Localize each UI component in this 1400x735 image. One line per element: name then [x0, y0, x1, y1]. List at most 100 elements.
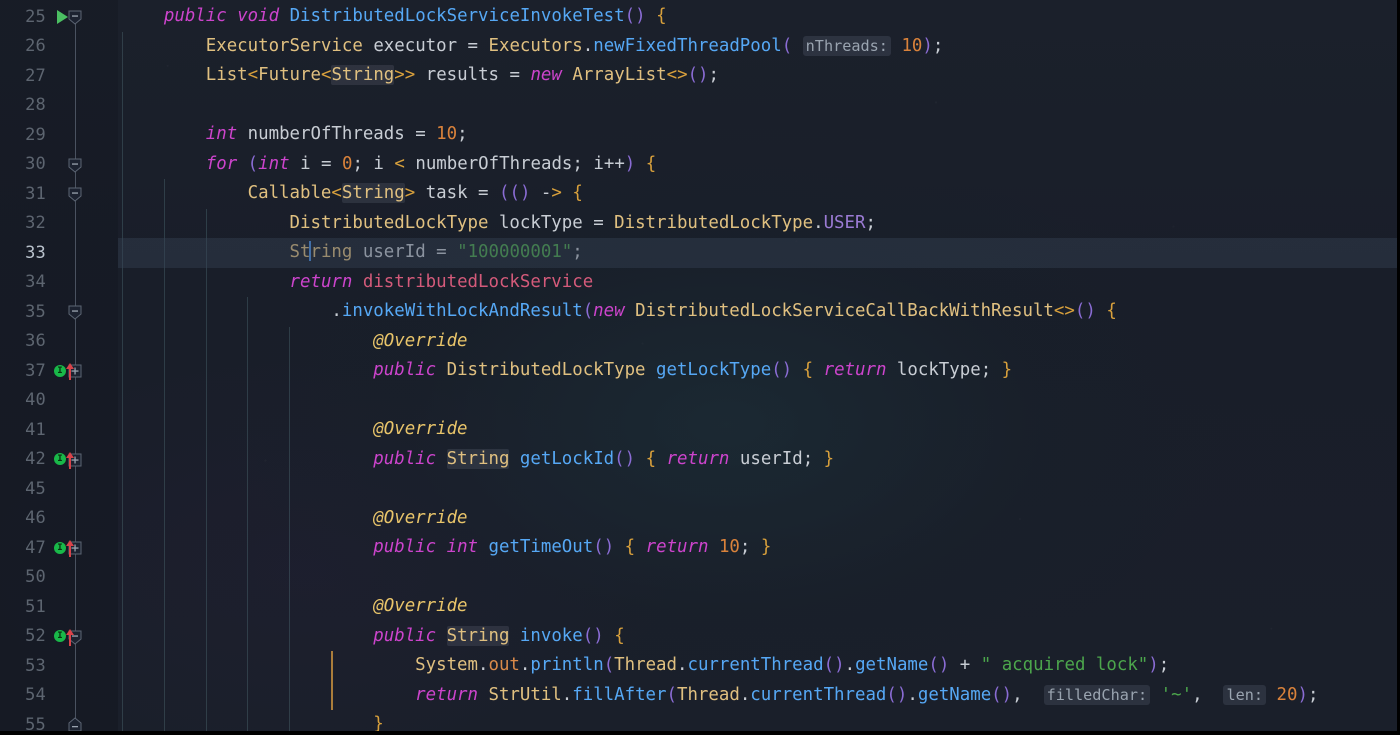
code-line[interactable]: Callable<String> task = (() -> { — [118, 179, 1397, 209]
gutter-icons[interactable]: I — [48, 445, 82, 475]
code-editor[interactable]: public void DistributedLockServiceInvoke… — [0, 0, 1400, 735]
line-number: 36 — [25, 331, 46, 352]
line-number: 28 — [25, 95, 46, 116]
code-line[interactable]: for (int i = 0; i < numberOfThreads; i++… — [118, 150, 1397, 180]
gutter-icons[interactable] — [48, 651, 82, 681]
code-line-text: public int getTimeOut() { return 10; } — [373, 537, 772, 557]
code-line[interactable] — [118, 474, 1397, 504]
code-line[interactable]: } — [118, 710, 1397, 734]
gutter-icons[interactable] — [48, 2, 82, 32]
line-number: 30 — [25, 154, 46, 175]
gutter-line: 54 — [0, 681, 118, 711]
code-line[interactable]: List<Future<String>> results = new Array… — [118, 61, 1397, 91]
gutter-icons[interactable] — [48, 179, 82, 209]
code-line[interactable]: int numberOfThreads = 10; — [118, 120, 1397, 150]
code-line[interactable]: return StrUtil.fillAfter(Thread.currentT… — [118, 681, 1397, 711]
gutter-icons[interactable]: I — [48, 622, 82, 652]
line-number: 51 — [25, 596, 46, 617]
line-number: 26 — [25, 36, 46, 57]
code-line-text: .invokeWithLockAndResult(new Distributed… — [122, 301, 1117, 321]
gutter-icons[interactable] — [48, 150, 82, 180]
code-line[interactable] — [118, 91, 1397, 121]
gutter-icons[interactable] — [48, 32, 82, 62]
gutter-icons[interactable] — [48, 61, 82, 91]
line-number: 41 — [25, 419, 46, 440]
gutter-line: 36 — [0, 327, 118, 357]
code-line[interactable]: @Override — [118, 327, 1397, 357]
current-line-highlight — [118, 238, 1397, 268]
line-number: 53 — [25, 655, 46, 676]
gutter-icons[interactable] — [48, 474, 82, 504]
gutter-line: 41 — [0, 415, 118, 445]
line-number: 32 — [25, 213, 46, 234]
code-line[interactable]: System.out.println(Thread.currentThread(… — [118, 651, 1397, 681]
code-line-text: @Override — [373, 419, 468, 439]
override-arrow-icon[interactable] — [65, 627, 75, 647]
gutter-line: 35 — [0, 297, 118, 327]
gutter-line: 30 — [0, 150, 118, 180]
gutter-icons[interactable] — [48, 592, 82, 622]
code-line[interactable]: @Override — [118, 592, 1397, 622]
line-number: 46 — [25, 508, 46, 529]
line-number: 27 — [25, 65, 46, 86]
gutter-line: 29 — [0, 120, 118, 150]
override-arrow-icon[interactable] — [65, 361, 75, 381]
line-number: 45 — [25, 478, 46, 499]
gutter-line: 55 — [0, 710, 118, 731]
override-arrow-icon[interactable] — [65, 450, 75, 470]
code-line[interactable]: return distributedLockService — [118, 268, 1397, 298]
gutter-line: 25 — [0, 2, 118, 32]
code-line-text: List<Future<String>> results = new Array… — [205, 65, 720, 85]
gutter-line: 28 — [0, 91, 118, 121]
code-line-text: return distributedLockService — [289, 271, 594, 292]
code-line-text: Callable<String> task = (() -> { — [247, 183, 583, 203]
gutter-icons[interactable] — [48, 91, 82, 121]
gutter-line: 45 — [0, 474, 118, 504]
code-line[interactable] — [118, 386, 1397, 416]
code-line[interactable] — [118, 563, 1397, 593]
gutter-icons[interactable] — [48, 563, 82, 593]
code-line[interactable]: public String invoke() { — [118, 622, 1397, 652]
gutter-icons[interactable] — [48, 238, 82, 268]
gutter-icons[interactable] — [48, 681, 82, 711]
gutter-icons[interactable] — [48, 415, 82, 445]
line-number: 40 — [25, 390, 46, 411]
code-line[interactable]: public DistributedLockType getLockType()… — [118, 356, 1397, 386]
code-line[interactable]: public int getTimeOut() { return 10; } — [118, 533, 1397, 563]
gutter-line: 40 — [0, 386, 118, 416]
code-line[interactable]: @Override — [118, 504, 1397, 534]
code-line-text: int numberOfThreads = 10; — [205, 124, 468, 144]
gutter-line: 27 — [0, 61, 118, 91]
gutter-icons[interactable] — [48, 297, 82, 327]
gutter-icons[interactable]: I — [48, 533, 82, 563]
code-line-text: public void DistributedLockServiceInvoke… — [163, 6, 667, 26]
gutter-icons[interactable] — [48, 386, 82, 416]
gutter-icons[interactable] — [48, 710, 82, 731]
gutter-icons[interactable]: I — [48, 356, 82, 386]
gutter-line: 47 I — [0, 533, 118, 563]
code-line[interactable]: ExecutorService executor = Executors.new… — [118, 32, 1397, 62]
code-line-text: } — [373, 714, 384, 734]
run-triangle-icon[interactable] — [57, 10, 68, 24]
code-line-text: for (int i = 0; i < numberOfThreads; i++… — [205, 153, 657, 174]
gutter-icons[interactable] — [48, 209, 82, 239]
code-line[interactable]: DistributedLockType lockType = Distribut… — [118, 209, 1397, 239]
gutter-line: 32 — [0, 209, 118, 239]
gutter-line: 53 — [0, 651, 118, 681]
code-line[interactable]: public void DistributedLockServiceInvoke… — [118, 2, 1397, 32]
gutter-icons[interactable] — [48, 327, 82, 357]
code-line[interactable]: .invokeWithLockAndResult(new Distributed… — [118, 297, 1397, 327]
code-text-area[interactable]: public void DistributedLockServiceInvoke… — [118, 0, 1397, 731]
code-line-text: public DistributedLockType getLockType()… — [373, 360, 1013, 380]
line-number: 34 — [25, 272, 46, 293]
gutter-icons[interactable] — [48, 268, 82, 298]
gutter-icons[interactable] — [48, 504, 82, 534]
code-line-text: return StrUtil.fillAfter(Thread.currentT… — [415, 684, 1319, 705]
code-line[interactable]: public String getLockId() { return userI… — [118, 445, 1397, 475]
override-arrow-icon[interactable] — [65, 538, 75, 558]
code-line[interactable]: @Override — [118, 415, 1397, 445]
code-line-text: public String invoke() { — [373, 625, 625, 646]
line-number: 35 — [25, 301, 46, 322]
editor-gutter[interactable]: 25 26 27 28 29 30 31 32 33 34 35 36 37 I 40 41 42 I 45 46 47… — [0, 0, 118, 731]
gutter-icons[interactable] — [48, 120, 82, 150]
